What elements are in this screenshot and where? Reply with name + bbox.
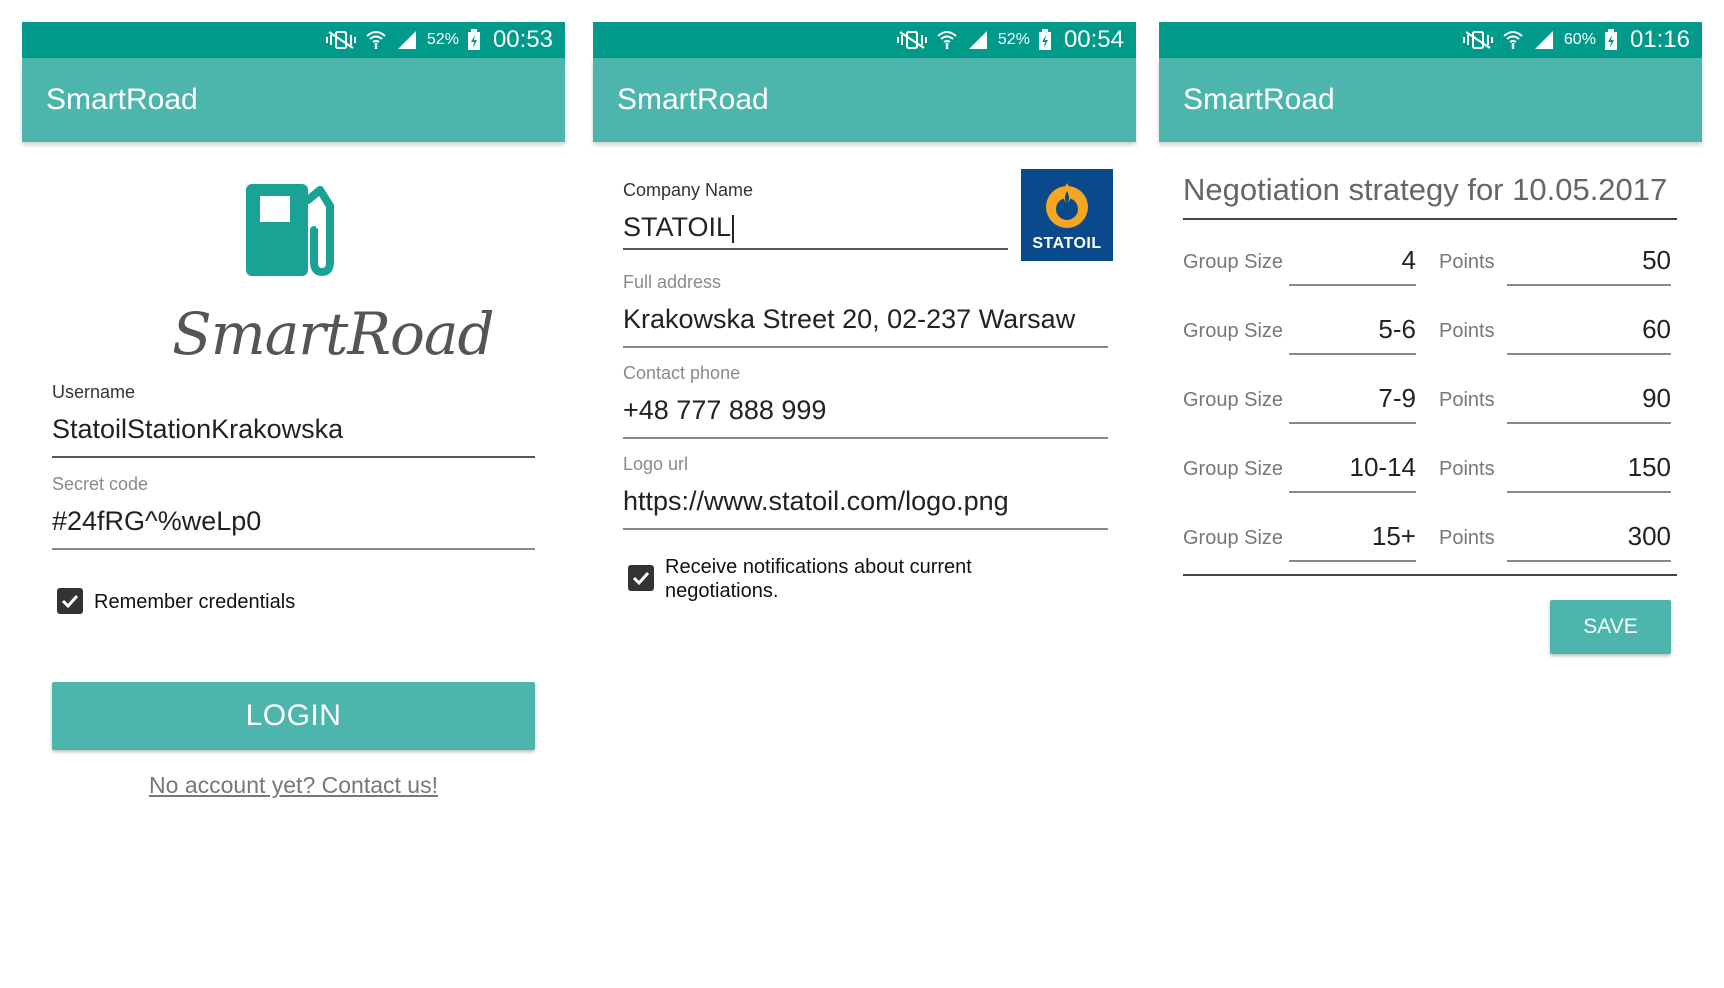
negotiation-screen: 60% 01:16 SmartRoad Negotiation strategy… — [1159, 22, 1702, 922]
company-profile-screen: 52% 00:54 SmartRoad Company Name STATOIL… — [593, 22, 1136, 922]
app-title: SmartRoad — [1183, 83, 1335, 116]
phone-field[interactable]: +48 777 888 999 — [623, 395, 826, 426]
signal-icon — [966, 29, 990, 51]
phone-label: Contact phone — [623, 363, 741, 383]
remember-checkbox[interactable] — [57, 588, 83, 614]
remember-label: Remember credentials — [94, 591, 296, 613]
clock: 01:16 — [1629, 26, 1690, 53]
notify-label-line1: Receive notifications about current — [665, 556, 972, 578]
fuel-pump-icon — [246, 180, 336, 281]
brand-logo: SmartRoad — [172, 300, 495, 368]
company-name-label: Company Name — [623, 180, 754, 200]
group-size-underline — [1289, 284, 1416, 286]
app-title: SmartRoad — [46, 83, 198, 116]
notify-label: Receive notifications about current nego… — [665, 555, 972, 603]
negotiation-title: Negotiation strategy for 10.05.2017 — [1183, 172, 1668, 207]
app-bar: SmartRoad — [22, 58, 565, 142]
points-label: Points — [1439, 527, 1495, 549]
group-size-underline — [1289, 353, 1416, 355]
vibrate-icon — [896, 30, 928, 50]
group-size-field[interactable]: 10-14 — [1289, 452, 1417, 483]
logo-url-field[interactable]: https://www.statoil.com/logo.png — [623, 486, 1009, 517]
company-name-underline — [623, 248, 1008, 250]
group-size-label: Group Size — [1183, 458, 1284, 480]
address-label: Full address — [623, 272, 722, 292]
check-icon — [632, 571, 650, 586]
group-size-field[interactable]: 5-6 — [1289, 314, 1416, 345]
logo-url-underline — [623, 528, 1108, 530]
battery-percent: 52% — [426, 31, 459, 48]
wifi-icon — [365, 29, 387, 51]
group-size-label: Group Size — [1183, 527, 1284, 549]
username-underline — [52, 456, 535, 458]
username-label: Username — [52, 382, 136, 402]
points-field[interactable]: 300 — [1507, 521, 1671, 552]
notify-label-line2: negotiations. — [665, 580, 779, 602]
status-bar: 52% 00:54 — [593, 22, 1136, 58]
points-label: Points — [1439, 251, 1495, 273]
status-bar: 60% 01:16 — [1159, 22, 1702, 58]
group-size-underline — [1289, 491, 1416, 493]
group-size-field[interactable]: 4 — [1289, 245, 1416, 276]
points-underline — [1507, 353, 1671, 355]
company-logo: STATOIL — [1021, 169, 1113, 261]
points-field[interactable]: 50 — [1507, 245, 1671, 276]
group-size-label: Group Size — [1183, 389, 1284, 411]
logo-url-label: Logo url — [623, 454, 689, 474]
battery-percent: 60% — [1563, 31, 1596, 48]
points-label: Points — [1439, 389, 1495, 411]
group-size-label: Group Size — [1183, 251, 1284, 273]
battery-charging-icon — [1038, 29, 1052, 51]
contact-us-link[interactable]: No account yet? Contact us! — [22, 772, 565, 799]
points-underline — [1507, 560, 1671, 562]
secret-code-field[interactable]: #24fRG^%weLp0 — [52, 506, 261, 537]
points-underline — [1507, 284, 1671, 286]
points-underline — [1507, 422, 1671, 424]
company-logo-text: STATOIL — [1032, 235, 1102, 252]
save-button[interactable]: SAVE — [1550, 600, 1671, 654]
vibrate-icon — [325, 30, 357, 50]
title-underline — [1183, 218, 1677, 220]
phone-underline — [623, 437, 1108, 439]
points-field[interactable]: 60 — [1507, 314, 1671, 345]
secret-code-label: Secret code — [52, 474, 149, 494]
vibrate-icon — [1462, 30, 1494, 50]
points-label: Points — [1439, 458, 1495, 480]
address-underline — [623, 346, 1108, 348]
secret-code-underline — [52, 548, 535, 550]
signal-icon — [1532, 29, 1556, 51]
wifi-icon — [936, 29, 958, 51]
address-field[interactable]: Krakowska Street 20, 02-237 Warsaw — [623, 304, 1075, 335]
group-size-field[interactable]: 7-9 — [1289, 383, 1416, 414]
login-button[interactable]: LOGIN — [52, 682, 535, 750]
battery-charging-icon — [467, 29, 481, 51]
battery-charging-icon — [1604, 29, 1618, 51]
app-title: SmartRoad — [617, 83, 769, 116]
signal-icon — [395, 29, 419, 51]
login-screen: 52% 00:53 SmartRoad SmartRoad Username S… — [22, 22, 565, 922]
check-icon — [61, 594, 79, 609]
battery-percent: 52% — [997, 31, 1030, 48]
points-underline — [1507, 491, 1671, 493]
points-field[interactable]: 150 — [1507, 452, 1671, 483]
clock: 00:54 — [1063, 26, 1124, 53]
points-field[interactable]: 90 — [1507, 383, 1671, 414]
notify-checkbox[interactable] — [628, 565, 654, 591]
clock: 00:53 — [492, 26, 553, 53]
group-size-underline — [1289, 422, 1416, 424]
table-bottom-rule — [1183, 574, 1677, 576]
app-bar: SmartRoad — [593, 58, 1136, 142]
group-size-underline — [1289, 560, 1416, 562]
wifi-icon — [1502, 29, 1524, 51]
username-field[interactable]: StatoilStationKrakowska — [52, 414, 343, 445]
points-label: Points — [1439, 320, 1495, 342]
text-cursor — [732, 214, 735, 243]
group-size-field[interactable]: 15+ — [1289, 521, 1416, 552]
statoil-flame-icon — [1046, 183, 1088, 228]
company-name-field[interactable]: STATOIL — [623, 212, 735, 243]
app-bar: SmartRoad — [1159, 58, 1702, 142]
company-name-value: STATOIL — [623, 212, 732, 242]
status-bar: 52% 00:53 — [22, 22, 565, 58]
group-size-label: Group Size — [1183, 320, 1284, 342]
